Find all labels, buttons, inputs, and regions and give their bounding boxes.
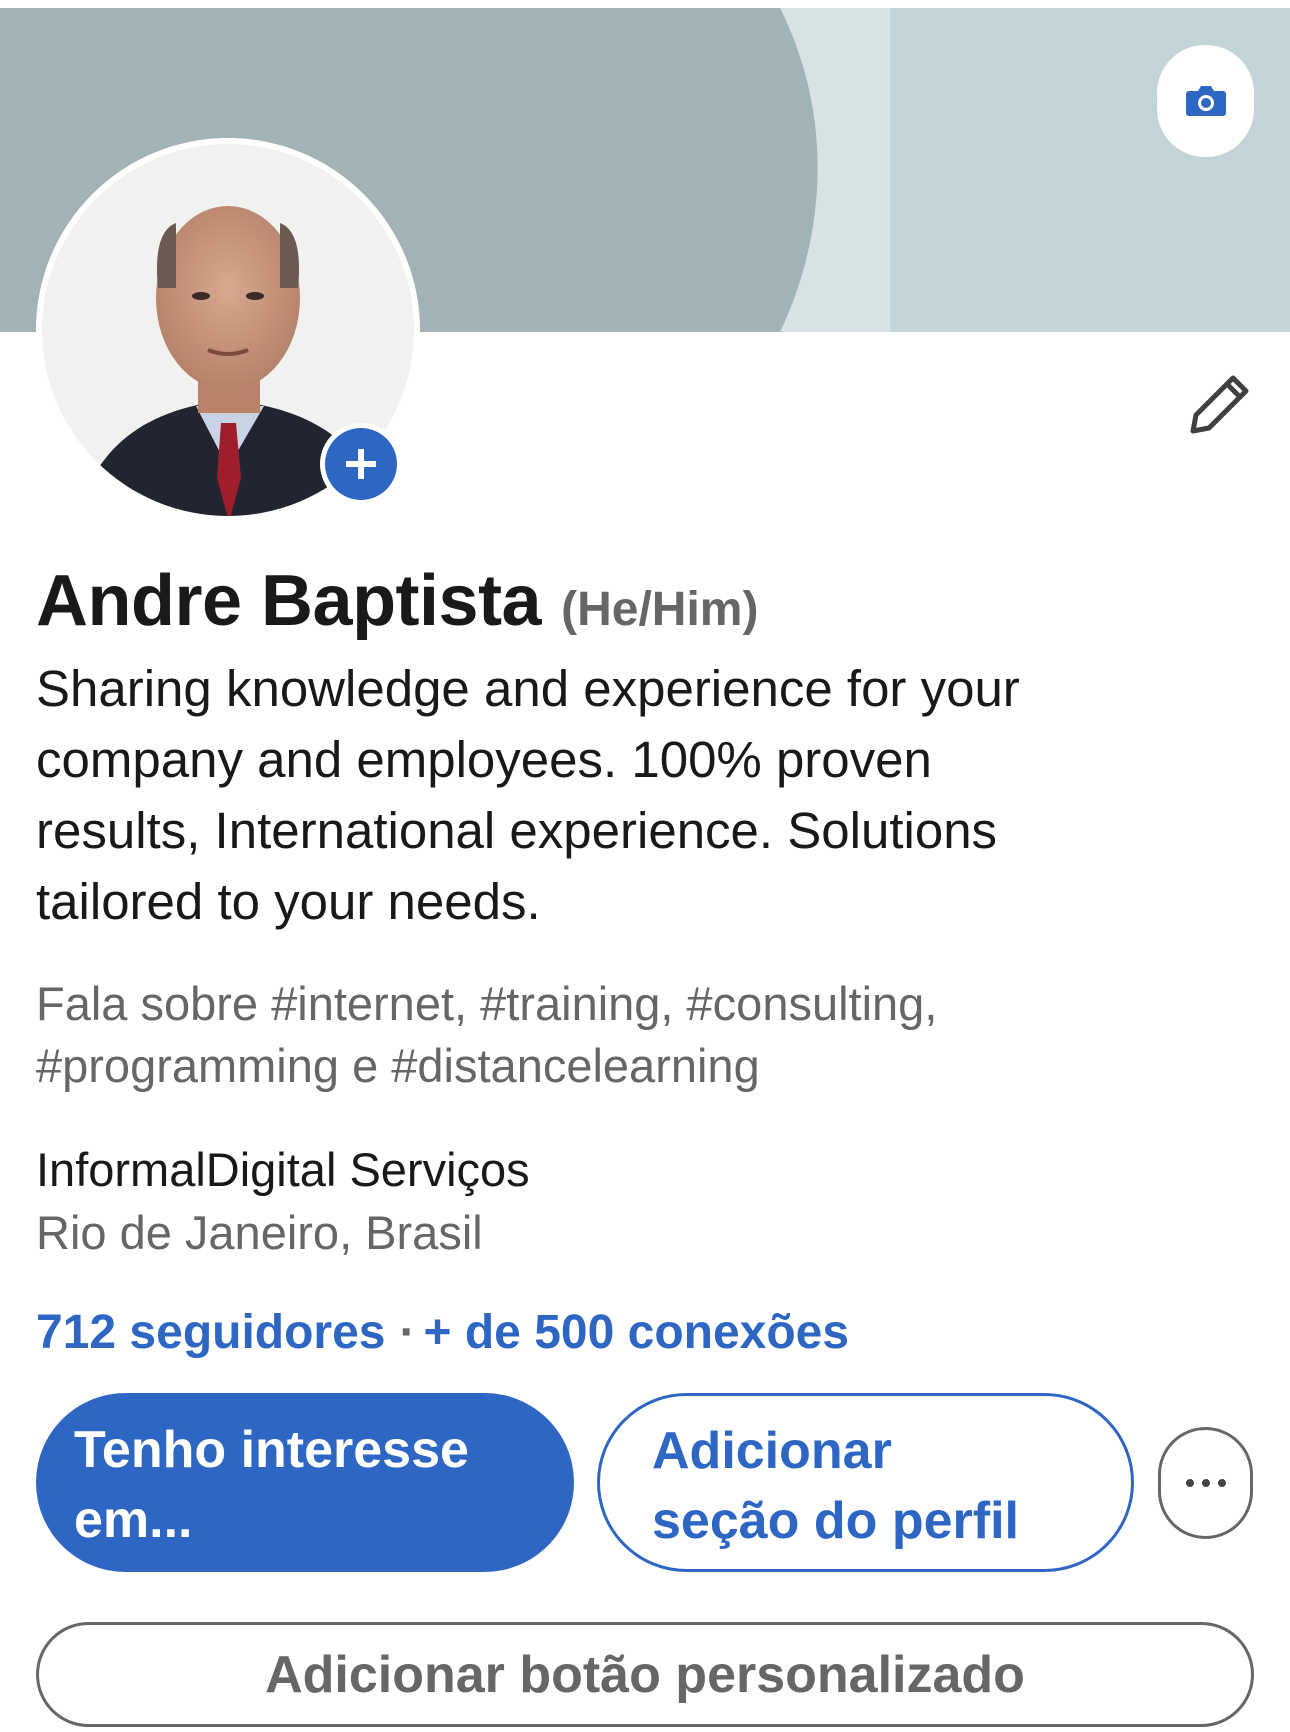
talks-about-line: #programming e #distancelearning	[36, 1039, 760, 1092]
followers-link[interactable]: 712 seguidores	[36, 1305, 386, 1360]
more-actions-button[interactable]	[1158, 1427, 1253, 1539]
add-photo-badge	[325, 428, 397, 500]
profile-talks-about: Fala sobre #internet, #training, #consul…	[36, 973, 1266, 1097]
open-to-label-line: Tenho interesse	[74, 1421, 469, 1479]
camera-icon	[1185, 86, 1226, 116]
add-profile-section-button[interactable]: Adicionar seção do perfil	[597, 1393, 1134, 1572]
headline-line: results, International experience. Solut…	[36, 802, 998, 859]
add-photo-button[interactable]	[320, 423, 402, 505]
add-custom-button[interactable]: Adicionar botão personalizado	[36, 1622, 1254, 1727]
ellipsis-icon	[1185, 1479, 1226, 1487]
profile-company[interactable]: InformalDigital Serviços	[36, 1139, 530, 1201]
edit-intro-button[interactable]	[1182, 366, 1258, 442]
connections-link[interactable]: + de 500 conexões	[423, 1305, 849, 1360]
profile-pronouns: (He/Him)	[561, 583, 759, 636]
name-row: Andre Baptista (He/Him)	[36, 560, 758, 642]
pencil-icon	[1190, 375, 1249, 434]
open-to-label-line: em...	[74, 1491, 193, 1549]
edit-cover-button[interactable]	[1157, 45, 1254, 157]
headline-line: company and employees. 100% proven	[36, 731, 932, 788]
profile-network-stats: 712 seguidores · + de 500 conexões	[36, 1305, 849, 1360]
profile-location: Rio de Janeiro, Brasil	[36, 1206, 483, 1259]
profile-headline: Sharing knowledge and experience for you…	[36, 653, 1266, 937]
plus-icon	[346, 449, 376, 479]
talks-about-line: Fala sobre #internet, #training, #consul…	[36, 977, 938, 1030]
headline-line: tailored to your needs.	[36, 873, 541, 930]
add-section-label-line: Adicionar	[652, 1422, 892, 1480]
network-separator: ·	[399, 1306, 416, 1359]
add-section-label-line: seção do perfil	[652, 1492, 1019, 1550]
open-to-button[interactable]: Tenho interesse em...	[36, 1393, 574, 1572]
profile-name: Andre Baptista	[36, 561, 542, 641]
headline-line: Sharing knowledge and experience for you…	[36, 660, 1020, 717]
